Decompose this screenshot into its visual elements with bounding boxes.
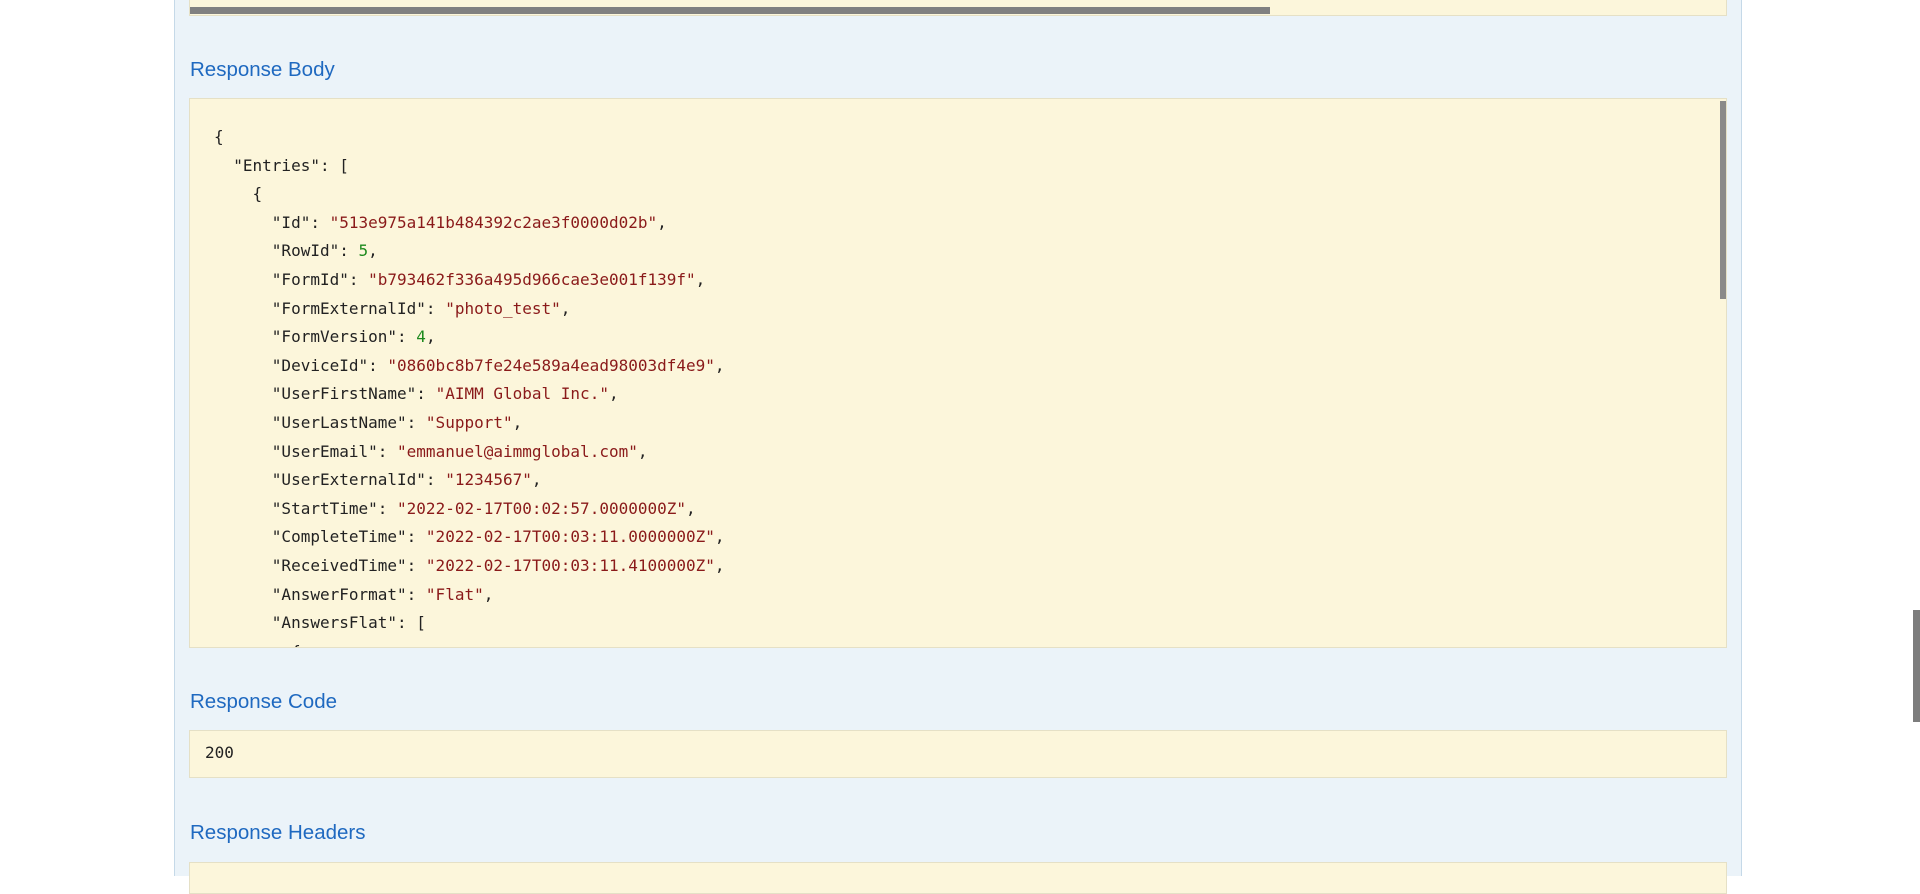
code-line: {	[214, 184, 263, 204]
code-line: "AnswersFlat": [	[214, 613, 426, 633]
code-line: {	[214, 127, 224, 146]
code-line: "DeviceId": "0860bc8b7fe24e589a4ead98003…	[214, 355, 725, 375]
code-line: "FormExternalId": "photo_test",	[214, 298, 571, 318]
response-code-title: Response Code	[190, 690, 338, 713]
response-body-code[interactable]: { "Entries": [ { "Id": "513e975a141b4843…	[189, 98, 1727, 648]
code-line: "CompleteTime": "2022-02-17T00:03:11.000…	[214, 527, 725, 547]
code-line: "Id": "513e975a141b484392c2ae3f0000d02b"…	[214, 212, 667, 232]
code-line: "UserExternalId": "1234567",	[214, 470, 542, 490]
horizontal-scrollbar-thumb[interactable]	[190, 7, 1270, 14]
response-body-title: Response Body	[190, 58, 335, 81]
code-line: "ReceivedTime": "2022-02-17T00:03:11.410…	[214, 556, 725, 575]
response-headers-title: Response Headers	[190, 821, 366, 844]
code-line: "UserLastName": "Support",	[214, 413, 523, 432]
response-code-box: 200	[189, 730, 1727, 778]
vertical-scrollbar-thumb[interactable]	[1720, 101, 1726, 299]
response-headers-box	[189, 862, 1727, 894]
code-line: "FormId": "b793462f336a495d966cae3e001f1…	[214, 270, 706, 289]
code-line: "AnswerFormat": "Flat",	[214, 584, 494, 604]
response-code-value: 200	[205, 743, 234, 762]
code-line: "UserFirstName": "AIMM Global Inc.",	[214, 384, 619, 404]
response-panel: Response Body { "Entries": [ { "Id": "51…	[174, 0, 1742, 894]
code-line: "StartTime": "2022-02-17T00:02:57.000000…	[214, 498, 696, 518]
code-line: "RowId": 5,	[214, 241, 378, 261]
page-scrollbar-thumb[interactable]	[1913, 610, 1920, 722]
code-line: "Entries": [	[214, 155, 349, 175]
code-line: "FormVersion": 4,	[214, 327, 436, 347]
code-line: "UserEmail": "emmanuel@aimmglobal.com",	[214, 441, 648, 461]
code-line: {	[214, 640, 301, 647]
